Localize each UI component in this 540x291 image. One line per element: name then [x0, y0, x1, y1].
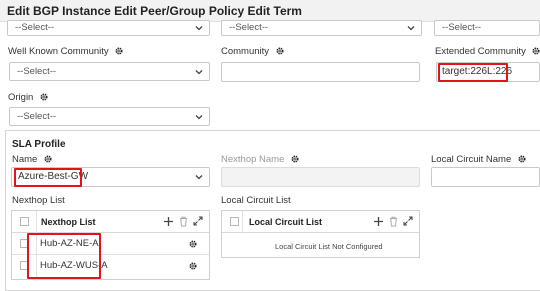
nexthop-name-label-text: Nexthop Name: [221, 154, 285, 165]
gear-icon[interactable]: [189, 262, 197, 270]
plus-icon[interactable]: [373, 216, 384, 227]
origin-select[interactable]: --Select--: [9, 107, 210, 126]
gear-icon[interactable]: [189, 240, 197, 248]
sla-profile-title: SLA Profile: [12, 139, 66, 150]
nexthop-list-column-header: Nexthop List: [41, 217, 96, 227]
trash-icon[interactable]: [389, 216, 398, 227]
nexthop-name-input[interactable]: [221, 167, 420, 187]
sla-name-label: Name: [12, 154, 52, 165]
sla-name-label-text: Name: [12, 154, 38, 165]
local-circuit-name-input[interactable]: [431, 167, 540, 187]
origin-label-text: Origin: [8, 92, 34, 103]
origin-value: --Select--: [17, 111, 57, 122]
top-select-2-value: --Select--: [229, 22, 269, 33]
trash-icon[interactable]: [179, 216, 188, 227]
local-circuit-list-column-header: Local Circuit List: [249, 217, 323, 227]
checkbox-column-divider: [242, 211, 243, 233]
chevron-down-icon: [195, 175, 203, 180]
local-circuit-list-toolbar: [359, 216, 419, 228]
dialog-title: Edit BGP Instance Edit Peer/Group Policy…: [7, 4, 302, 18]
empty-state-message: Local Circuit List Not Configured: [275, 242, 383, 251]
gear-icon[interactable]: [291, 155, 299, 163]
nexthop-list-label: Nexthop List: [12, 195, 65, 206]
row-checkbox[interactable]: [20, 261, 29, 270]
well-known-community-select[interactable]: --Select--: [9, 62, 210, 81]
top-select-1[interactable]: --Select--: [7, 20, 210, 36]
gear-icon[interactable]: [518, 155, 526, 163]
community-label: Community: [221, 46, 284, 57]
chevron-down-icon: [195, 26, 203, 31]
table-row[interactable]: Hub-AZ-WUS-A: [12, 255, 209, 277]
gear-icon[interactable]: [532, 47, 540, 55]
local-circuit-list-table: Local Circuit List Local Circuit List No…: [221, 210, 420, 258]
local-circuit-name-label-text: Local Circuit Name: [431, 154, 512, 165]
expand-icon[interactable]: [193, 216, 203, 226]
chevron-down-icon: [195, 70, 203, 75]
extended-community-label: Extended Community: [435, 46, 540, 57]
nexthop-list-header: Nexthop List: [12, 211, 209, 233]
well-known-community-label: Well Known Community: [8, 46, 123, 57]
nexthop-name-label: Nexthop Name: [221, 154, 299, 165]
top-select-1-value: --Select--: [15, 22, 55, 33]
community-label-text: Community: [221, 46, 270, 57]
well-known-community-value: --Select--: [17, 66, 57, 77]
gear-icon[interactable]: [40, 93, 48, 101]
nexthop-list-toolbar: [149, 216, 209, 228]
gear-icon[interactable]: [276, 47, 284, 55]
top-select-2[interactable]: --Select--: [221, 20, 422, 36]
top-select-3-value: --Select--: [442, 22, 482, 33]
expand-icon[interactable]: [403, 216, 413, 226]
local-circuit-list-header: Local Circuit List: [222, 211, 419, 233]
chevron-down-icon: [407, 26, 415, 31]
row-checkbox[interactable]: [20, 239, 29, 248]
extended-community-label-text: Extended Community: [435, 46, 526, 57]
nexthop-name-cell: Hub-AZ-NE-A: [40, 238, 99, 249]
dialog-title-bar: Edit BGP Instance Edit Peer/Group Policy…: [0, 0, 540, 22]
gear-icon[interactable]: [44, 155, 52, 163]
well-known-community-label-text: Well Known Community: [8, 46, 109, 57]
local-circuit-list-label: Local Circuit List: [221, 195, 291, 206]
select-all-checkbox[interactable]: [20, 217, 29, 226]
sla-name-select[interactable]: Azure-Best-GW: [11, 167, 210, 187]
nexthop-list-table: Nexthop List Hub-AZ-NE-A Hub-AZ-WUS-A: [11, 210, 210, 281]
select-all-checkbox[interactable]: [230, 217, 239, 226]
origin-label: Origin: [8, 92, 48, 103]
gear-icon[interactable]: [115, 47, 123, 55]
chevron-down-icon: [195, 115, 203, 120]
extended-community-input[interactable]: target:226L:226: [436, 62, 540, 82]
top-select-3[interactable]: --Select--: [434, 20, 540, 36]
sla-name-value: Azure-Best-GW: [18, 171, 89, 182]
table-row[interactable]: Hub-AZ-NE-A: [12, 233, 209, 255]
extended-community-value: target:226L:226: [442, 66, 513, 77]
nexthop-name-cell: Hub-AZ-WUS-A: [40, 260, 108, 271]
community-input[interactable]: [221, 62, 420, 82]
local-circuit-name-label: Local Circuit Name: [431, 154, 526, 165]
plus-icon[interactable]: [163, 216, 174, 227]
